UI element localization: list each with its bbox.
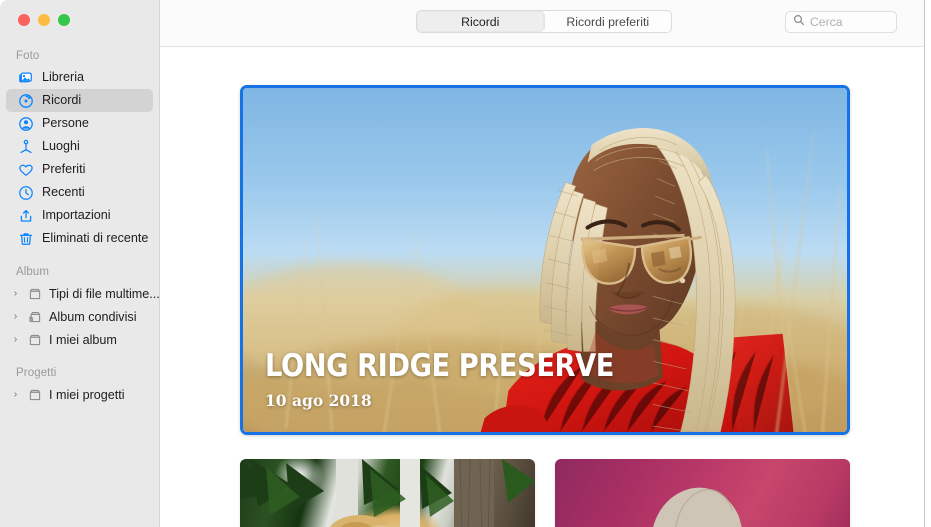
sidebar-scroll-area[interactable]: Foto Libreria Ricordi Persone Luoghi Pre…	[0, 44, 159, 527]
tab-ricordi-preferiti[interactable]: Ricordi preferiti	[545, 11, 672, 32]
clock-icon	[18, 185, 34, 201]
shared-album-box-icon	[27, 309, 43, 325]
sidebar-item-label: Persone	[42, 116, 89, 131]
person-icon	[18, 116, 34, 132]
places-pin-icon	[18, 139, 34, 155]
memories-icon	[18, 93, 34, 109]
sidebar-item-tipi-di-file-multimediali[interactable]: › Tipi di file multime...	[6, 282, 159, 305]
chevron-right-icon[interactable]: ›	[10, 311, 21, 322]
photos-window: Foto Libreria Ricordi Persone Luoghi Pre…	[0, 0, 931, 527]
sidebar-item-album-condivisi[interactable]: › Album condivisi	[6, 305, 153, 328]
sidebar-item-label: Tipi di file multime...	[49, 286, 159, 301]
memory-thumb-pink-subject	[653, 487, 742, 527]
trash-icon	[18, 231, 34, 247]
window-traffic-lights	[18, 14, 70, 26]
sidebar-item-label: Importazioni	[42, 208, 111, 223]
search-input[interactable]: Cerca	[785, 11, 897, 33]
memories-grid[interactable]: LONG RIDGE PRESERVE 10 ago 2018	[160, 47, 925, 527]
sidebar-item-label: Eliminati di recente	[42, 231, 149, 246]
sidebar-item-label: I miei progetti	[49, 387, 125, 402]
sidebar-item-persone[interactable]: Persone	[6, 112, 153, 135]
memory-title: LONG RIDGE PRESERVE	[265, 348, 614, 384]
sidebar-item-i-miei-album[interactable]: › I miei album	[6, 328, 153, 351]
album-box-icon	[27, 387, 43, 403]
memory-hero-overlay: LONG RIDGE PRESERVE 10 ago 2018	[265, 348, 662, 411]
minimize-button[interactable]	[38, 14, 50, 26]
chevron-right-icon[interactable]: ›	[10, 389, 21, 400]
sidebar-item-label: Recenti	[42, 185, 85, 200]
sidebar-item-label: Preferiti	[42, 162, 86, 177]
album-box-icon	[27, 286, 43, 302]
memory-card-hero[interactable]: LONG RIDGE PRESERVE 10 ago 2018	[240, 85, 850, 435]
search-icon	[793, 13, 805, 31]
chevron-right-icon[interactable]: ›	[10, 288, 21, 299]
sidebar-section-header-foto: Foto	[16, 50, 40, 62]
sidebar-item-i-miei-progetti[interactable]: › I miei progetti	[6, 383, 153, 406]
album-box-icon	[27, 332, 43, 348]
memory-date: 10 ago 2018	[265, 391, 372, 410]
search-placeholder: Cerca	[810, 15, 843, 29]
window-outside-right	[925, 0, 931, 527]
sidebar-item-luoghi[interactable]: Luoghi	[6, 135, 153, 158]
heart-icon	[18, 162, 34, 178]
memory-thumb-forest[interactable]	[240, 459, 535, 527]
sidebar-item-eliminati-di-recente[interactable]: Eliminati di recente	[6, 227, 153, 250]
memory-hero-photo: LONG RIDGE PRESERVE 10 ago 2018	[243, 88, 847, 432]
sidebar-item-label: Album condivisi	[49, 309, 137, 324]
memory-thumb-forest-subject	[240, 459, 535, 527]
memory-thumb-pink[interactable]	[555, 459, 850, 527]
sidebar-item-ricordi[interactable]: Ricordi	[6, 89, 153, 112]
sidebar-item-label: Ricordi	[42, 93, 82, 108]
toolbar: Ricordi Ricordi preferiti Cerca	[160, 0, 931, 47]
sidebar-item-label: I miei album	[49, 332, 117, 347]
photos-library-icon	[18, 70, 34, 86]
sidebar-item-label: Luoghi	[42, 139, 80, 154]
sidebar-item-libreria[interactable]: Libreria	[6, 66, 153, 89]
close-button[interactable]	[18, 14, 30, 26]
sidebar-section-header-album: Album	[16, 266, 50, 278]
chevron-right-icon[interactable]: ›	[10, 334, 21, 345]
sidebar: Foto Libreria Ricordi Persone Luoghi Pre…	[0, 0, 160, 527]
sidebar-section-header-progetti: Progetti	[16, 367, 57, 379]
sidebar-item-recenti[interactable]: Recenti	[6, 181, 153, 204]
sidebar-item-preferiti[interactable]: Preferiti	[6, 158, 153, 181]
import-icon	[18, 208, 34, 224]
sidebar-item-label: Libreria	[42, 70, 84, 85]
window-right-edge	[924, 0, 925, 527]
memories-segmented-control[interactable]: Ricordi Ricordi preferiti	[416, 10, 672, 33]
zoom-button[interactable]	[58, 14, 70, 26]
tab-ricordi[interactable]: Ricordi	[417, 11, 544, 32]
sidebar-item-importazioni[interactable]: Importazioni	[6, 204, 153, 227]
